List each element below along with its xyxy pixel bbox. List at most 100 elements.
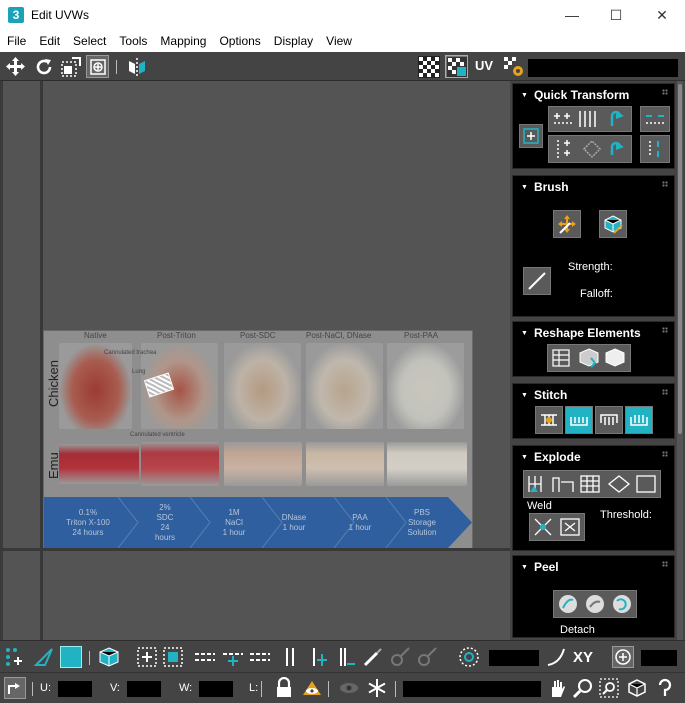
edge-loop-icon[interactable] (193, 646, 217, 668)
edge-ring-grow-icon[interactable] (308, 646, 330, 668)
menu-tools[interactable]: Tools (112, 34, 153, 48)
weld-label: Weld (527, 500, 552, 512)
distance-value-field[interactable] (641, 650, 677, 666)
peel-button-group[interactable] (553, 590, 637, 618)
rollout-title-stitch[interactable]: Stitch (521, 388, 567, 402)
explode-button-group[interactable] (523, 470, 661, 498)
bottom-toolbar-primary: XY (0, 640, 685, 672)
toolbar-divider (328, 681, 329, 697)
soft-selection-value[interactable] (489, 650, 539, 666)
relax-brush-button[interactable] (599, 210, 627, 238)
polygon-select-icon[interactable] (60, 646, 82, 668)
pan-icon[interactable] (546, 677, 568, 699)
u-coordinate-label: U: (40, 682, 51, 694)
rollout-peel: Peel Detach (512, 555, 675, 638)
rollout-title-reshape[interactable]: Reshape Elements (521, 326, 641, 340)
transform-pivot-button[interactable] (519, 124, 543, 148)
edge-loop-grow-icon[interactable] (221, 646, 245, 668)
freeze-icon[interactable] (366, 677, 388, 699)
selection-set-field[interactable] (403, 681, 541, 697)
edge-select-icon[interactable] (33, 646, 55, 668)
grid-line-vertical (40, 81, 43, 640)
shrink-selection-icon[interactable] (162, 646, 184, 668)
grip-icon[interactable] (662, 451, 668, 457)
step-triton: 0.1% Triton X-100 24 hours (66, 507, 110, 537)
zoom-extents-icon[interactable] (626, 677, 648, 699)
edge-ring-shrink-icon[interactable] (335, 646, 357, 668)
w-coordinate-field[interactable] (199, 681, 233, 697)
paint-shrink-icon[interactable] (416, 646, 438, 668)
panel-scrollbar-thumb[interactable] (678, 84, 682, 434)
uv-map-dropdown[interactable] (528, 59, 678, 77)
xy-space-label[interactable]: XY (573, 649, 593, 666)
edge-ring-icon[interactable] (279, 646, 301, 668)
falloff-type-icon[interactable] (545, 646, 567, 668)
show-hidden-icon[interactable] (301, 677, 323, 699)
minimize-button[interactable]: — (549, 0, 595, 30)
rotate-icon[interactable] (32, 55, 55, 78)
stitch-source-button[interactable] (565, 406, 593, 434)
hide-eye-icon[interactable] (338, 677, 360, 699)
grow-selection-icon[interactable] (136, 646, 158, 668)
freeform-icon[interactable] (86, 55, 109, 78)
column-header-post-nacl: Post-NaCl, DNase (306, 331, 372, 340)
menu-display[interactable]: Display (267, 34, 319, 48)
space-horizontal-button[interactable] (640, 106, 670, 132)
move-icon[interactable] (4, 55, 27, 78)
v-coordinate-field[interactable] (127, 681, 161, 697)
menu-view[interactable]: View (319, 34, 358, 48)
soft-selection-icon[interactable] (458, 646, 480, 668)
close-button[interactable]: ✕ (639, 0, 685, 30)
absolute-offset-icon[interactable] (4, 677, 26, 699)
stitch-average-button[interactable] (595, 406, 623, 434)
move-uv-view-icon[interactable] (654, 677, 676, 699)
lock-icon[interactable] (273, 677, 295, 699)
u-coordinate-field[interactable] (58, 681, 92, 697)
space-vertical-button[interactable] (640, 135, 670, 163)
column-header-post-sdc: Post-SDC (240, 331, 276, 340)
checker-selected-icon[interactable] (445, 55, 468, 78)
grip-icon[interactable] (662, 181, 668, 187)
edge-loop-shrink-icon[interactable] (248, 646, 272, 668)
stitch-custom-button[interactable] (535, 406, 563, 434)
stitch-target-button[interactable] (625, 406, 653, 434)
paint-move-brush-button[interactable] (553, 210, 581, 238)
grip-icon[interactable] (662, 89, 668, 95)
rollout-stitch: Stitch (512, 383, 675, 439)
checker-pattern-icon[interactable] (417, 55, 440, 78)
rollout-title-peel[interactable]: Peel (521, 560, 559, 574)
rollout-title-brush[interactable]: Brush (521, 180, 569, 194)
falloff-label: Falloff: (580, 288, 613, 300)
zoom-region-icon[interactable] (598, 677, 620, 699)
paint-select-icon[interactable] (362, 646, 384, 668)
reshape-button-group[interactable] (547, 344, 631, 372)
align-horizontal-button-group[interactable] (548, 106, 632, 132)
weld-button-group[interactable] (529, 513, 585, 541)
menu-options[interactable]: Options (212, 34, 266, 48)
menu-bar: File Edit Select Tools Mapping Options D… (0, 30, 685, 52)
rollout-title-explode[interactable]: Explode (521, 450, 581, 464)
rollout-title-quick-transform[interactable]: Quick Transform (521, 88, 629, 102)
scale-icon[interactable] (59, 55, 82, 78)
menu-mapping[interactable]: Mapping (153, 34, 212, 48)
mirror-icon[interactable] (125, 55, 148, 78)
grip-icon[interactable] (662, 327, 668, 333)
vertex-select-icon[interactable] (4, 646, 26, 668)
title-bar: 3 Edit UVWs — ☐ ✕ (0, 0, 685, 30)
maximize-button[interactable]: ☐ (593, 0, 639, 30)
uv-viewport[interactable]: Native Post-Triton Post-SDC Post-NaCl, D… (0, 81, 510, 640)
menu-file[interactable]: File (0, 34, 32, 48)
falloff-curve-button[interactable] (523, 267, 551, 295)
menu-edit[interactable]: Edit (32, 34, 66, 48)
align-vertical-button-group[interactable] (548, 135, 632, 163)
element-select-icon[interactable] (98, 646, 120, 668)
pixel-snap-icon[interactable] (612, 646, 634, 668)
grip-icon[interactable] (662, 389, 668, 395)
column-header-post-triton: Post-Triton (157, 331, 196, 340)
zoom-icon[interactable] (572, 677, 594, 699)
menu-select[interactable]: Select (66, 34, 112, 48)
column-header-native: Native (84, 331, 107, 340)
grip-icon[interactable] (662, 561, 668, 567)
uv-settings-icon[interactable] (502, 55, 525, 78)
paint-grow-icon[interactable] (389, 646, 411, 668)
